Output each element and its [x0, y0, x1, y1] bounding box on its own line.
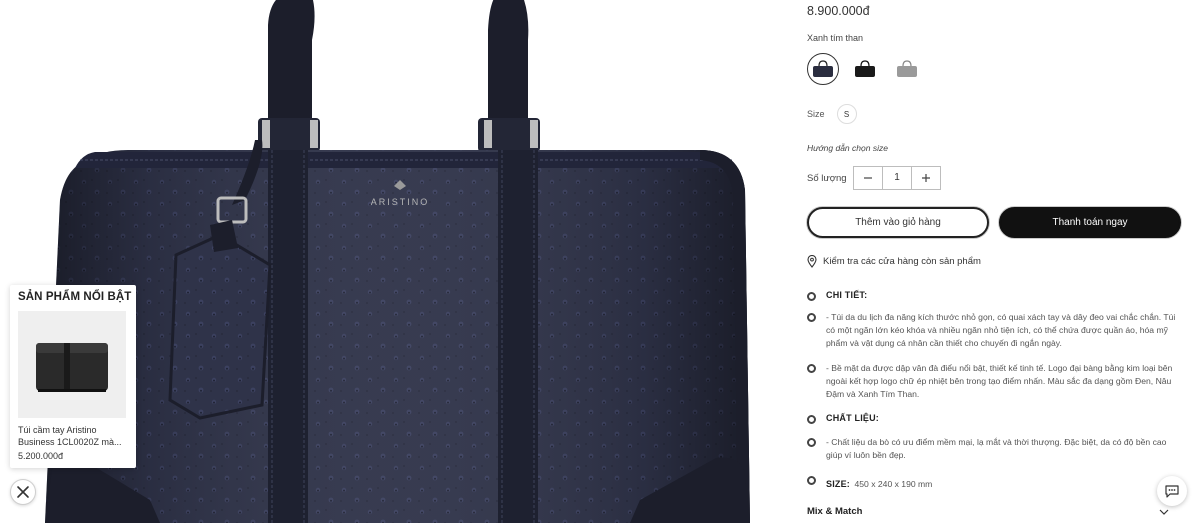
detail-item: - Túi da du lịch đa năng kích thước nhỏ … — [807, 311, 1183, 350]
buy-now-button[interactable]: Thanh toán ngay — [999, 207, 1181, 238]
mix-match-label: Mix & Match — [807, 506, 863, 517]
swatch-black[interactable] — [849, 53, 881, 85]
check-stores-link[interactable]: Kiểm tra các cửa hàng còn sản phẩm — [807, 255, 981, 268]
size-guide-link[interactable]: Hướng dẫn chọn size — [807, 143, 888, 153]
color-swatches — [807, 53, 923, 85]
quantity-decrease-button[interactable] — [854, 167, 882, 189]
quantity-input[interactable]: 1 — [882, 167, 912, 189]
featured-title: SẢN PHẨM NỔI BẬT — [18, 291, 132, 303]
material-heading: CHẤT LIỆU: — [826, 413, 879, 423]
bullet-icon — [807, 292, 816, 301]
swatch-navy[interactable] — [807, 53, 839, 85]
bag-thumb-icon — [897, 60, 917, 77]
featured-item-name[interactable]: Túi cầm tay Aristino Business 1CL0020Z m… — [18, 424, 128, 448]
location-pin-icon — [807, 255, 817, 268]
quantity-selector: Số lượng 1 — [807, 166, 941, 190]
chevron-down-icon — [1159, 509, 1169, 515]
bullet-icon — [807, 438, 816, 447]
quantity-label: Số lượng — [807, 172, 847, 184]
swatch-grey[interactable] — [891, 53, 923, 85]
bullet-icon — [807, 364, 816, 373]
size-option-s[interactable]: S — [836, 104, 857, 124]
purchase-buttons: Thêm vào giỏ hàng Thanh toán ngay — [807, 207, 1181, 238]
bag-thumb-icon — [855, 60, 875, 77]
chat-button[interactable] — [1157, 476, 1187, 506]
detail-item: - Bề mặt da được dập vân đà điểu nổi bật… — [807, 362, 1183, 401]
bullet-icon — [807, 415, 816, 424]
material-item: - Chất liệu da bò có ưu điểm mềm mại, lạ… — [807, 436, 1183, 462]
close-icon — [17, 486, 29, 498]
close-featured-button[interactable] — [10, 479, 36, 505]
product-info-panel: 8.900.000đ Xanh tím than Size S Hướng dẫ… — [807, 0, 1187, 523]
minus-icon — [864, 177, 872, 179]
selected-color-label: Xanh tím than — [807, 33, 864, 43]
bullet-icon — [807, 476, 816, 485]
featured-item-image[interactable] — [18, 311, 126, 418]
plus-icon — [922, 174, 930, 182]
detail-heading: CHI TIẾT: — [826, 290, 868, 300]
size-spec-heading: SIZE: — [826, 479, 851, 489]
right-handle — [488, 0, 529, 130]
svg-text:ARISTINO: ARISTINO — [371, 197, 430, 207]
size-spec-text: 450 x 240 x 190 mm — [854, 479, 933, 489]
featured-item-price: 5.200.000đ — [18, 451, 64, 461]
quantity-increase-button[interactable] — [912, 167, 940, 189]
mix-match-accordion[interactable]: Mix & Match — [807, 506, 1169, 517]
size-spec-row: SIZE: 450 x 240 x 190 mm — [807, 474, 1183, 492]
check-stores-label: Kiểm tra các cửa hàng còn sản phẩm — [823, 256, 981, 267]
material-text: - Chất liệu da bò có ưu điểm mềm mại, lạ… — [826, 437, 1167, 460]
buy-now-label: Thanh toán ngay — [1052, 217, 1128, 228]
detail-text: - Bề mặt da được dập vân đà điểu nổi bật… — [826, 363, 1173, 399]
left-handle — [268, 0, 315, 130]
material-heading-row: CHẤT LIỆU: — [807, 413, 1183, 424]
quantity-stepper: 1 — [853, 166, 941, 190]
featured-products-widget: SẢN PHẨM NỔI BẬT Túi cầm tay Aristino Bu… — [10, 285, 136, 468]
detail-heading-row: CHI TIẾT: — [807, 290, 1183, 301]
product-price: 8.900.000đ — [807, 4, 870, 18]
chat-icon — [1165, 485, 1179, 498]
bag-thumb-icon — [813, 60, 833, 77]
wallet-illustration — [36, 343, 108, 392]
bullet-icon — [807, 313, 816, 322]
detail-text: - Túi da du lịch đa năng kích thước nhỏ … — [826, 312, 1176, 348]
size-selector: Size S — [807, 104, 857, 124]
size-label: Size — [807, 109, 825, 119]
add-to-cart-button[interactable]: Thêm vào giỏ hàng — [807, 207, 989, 238]
